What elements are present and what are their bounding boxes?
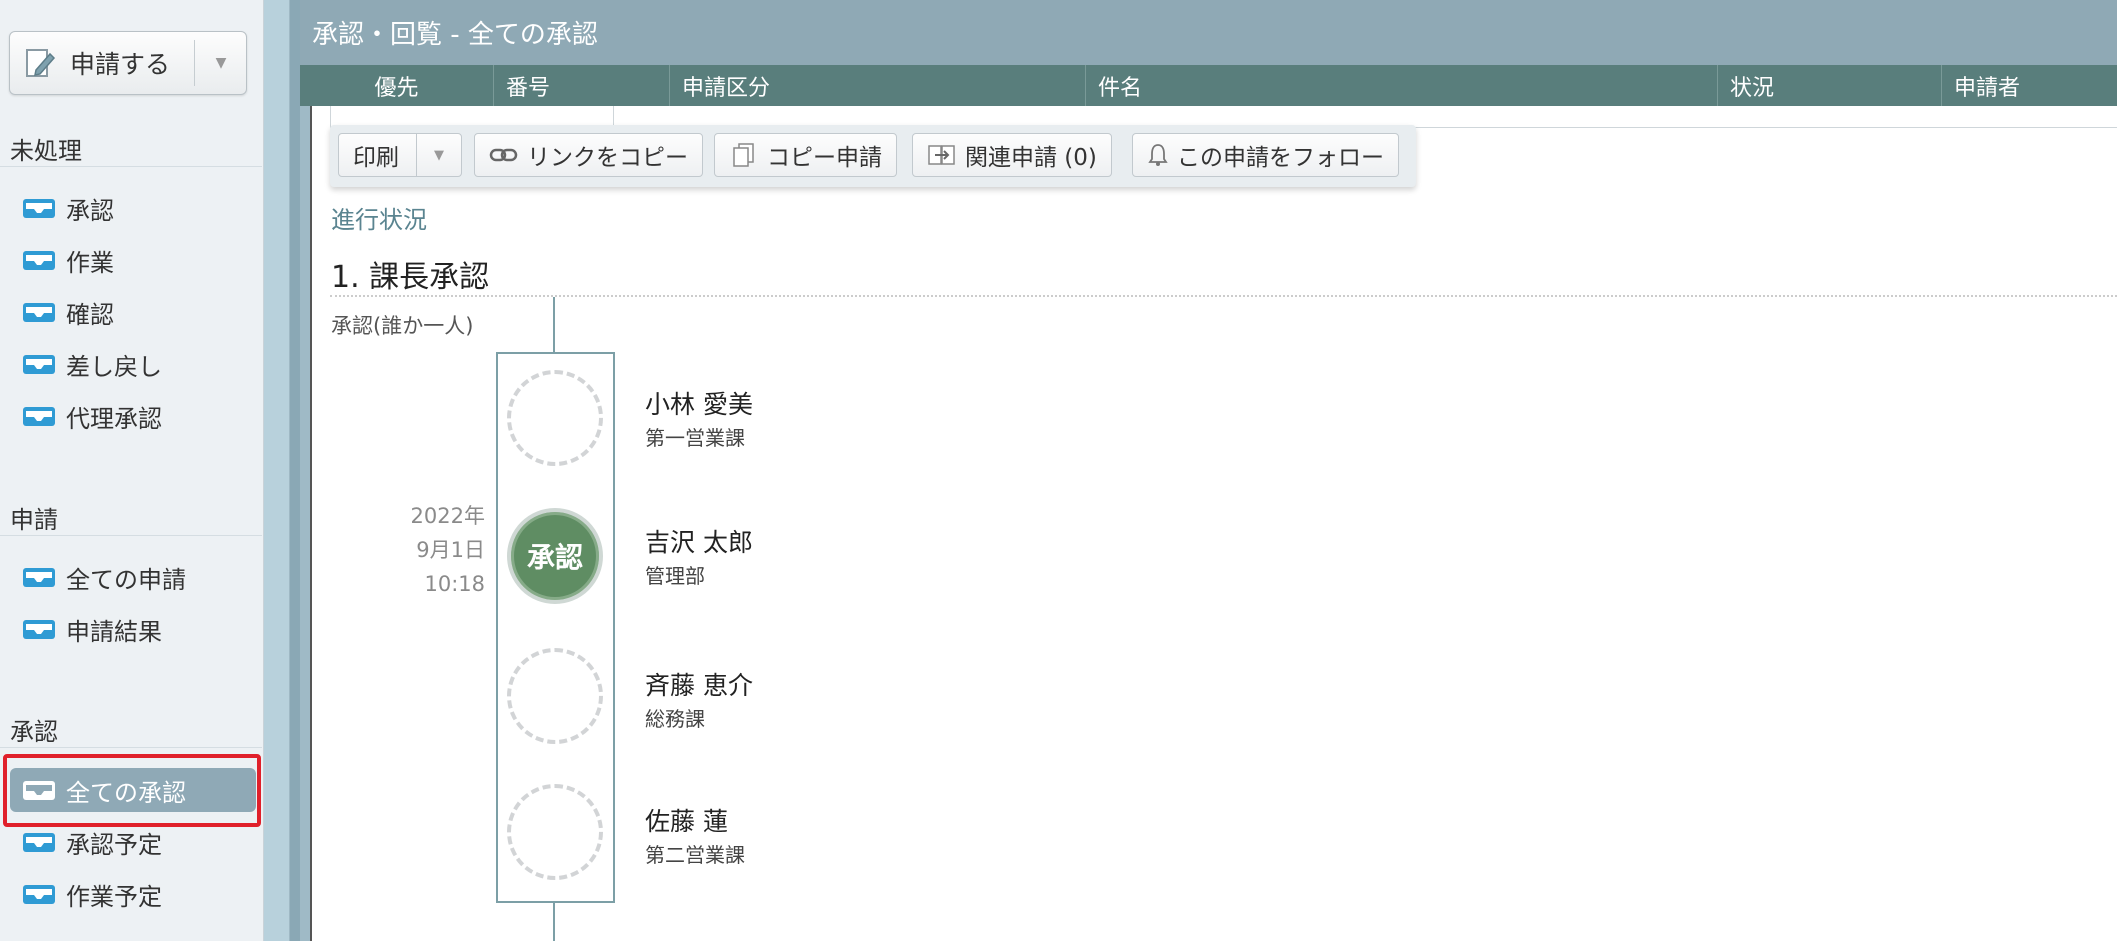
approval-stamp-pending: [507, 784, 603, 880]
divider: [0, 535, 262, 536]
copy-apply-label: コピー申請: [767, 145, 882, 171]
approver-name: 佐藤 蓮: [645, 807, 728, 836]
highlight-box: [3, 754, 261, 827]
approval-stamp-pending: [507, 648, 603, 744]
flow-connector-top: [553, 297, 555, 353]
detail-toolbar: 印刷 ▼ リンクをコピー コピー申請 関連申請 (0) この申請をフォロー: [330, 125, 1416, 187]
approver-dept: 第一営業課: [645, 426, 745, 450]
stamp-time: 10:18: [424, 572, 485, 596]
edit-document-icon: [24, 46, 56, 80]
related-applications-label: 関連申請 (0): [965, 145, 1097, 171]
approval-type: 承認(誰か一人): [331, 314, 474, 338]
inbox-icon: [22, 301, 56, 323]
sidebar-item-all-applications[interactable]: 全ての申請: [22, 557, 186, 597]
sidebar-item-confirm[interactable]: 確認: [22, 292, 114, 332]
column-header-subject[interactable]: 件名: [1086, 65, 1718, 106]
inbox-icon: [22, 566, 56, 588]
bell-icon: [1147, 143, 1169, 167]
approver-dept: 総務課: [645, 707, 705, 731]
stamp-date-year: 2022年: [410, 504, 485, 528]
column-header-priority[interactable]: 優先: [300, 65, 494, 106]
sidebar-item-label: 確認: [66, 300, 114, 329]
sidebar-item-scheduled-work[interactable]: 作業予定: [22, 874, 162, 914]
section-title-approval: 承認: [10, 718, 58, 746]
inbox-icon: [22, 405, 56, 427]
apply-dropdown-button[interactable]: ▼: [195, 32, 247, 94]
sidebar-item-label: 作業: [66, 248, 114, 277]
table-header: 優先 番号 申請区分 件名 状況 申請者: [300, 65, 2117, 106]
divider: [0, 747, 262, 748]
copy-apply-button[interactable]: コピー申請: [714, 133, 897, 177]
sidebar-item-label: 申請結果: [66, 617, 162, 646]
related-document-icon: [927, 143, 957, 167]
apply-button-group: 申請する ▼: [9, 31, 247, 95]
apply-button[interactable]: 申請する: [10, 32, 194, 94]
column-header-number[interactable]: 番号: [494, 65, 670, 106]
step-title: 1. 課長承認: [331, 260, 490, 295]
column-header-applicant[interactable]: 申請者: [1942, 65, 2117, 106]
approver-dept: 管理部: [645, 564, 705, 588]
sidebar-item-work[interactable]: 作業: [22, 240, 114, 280]
approval-stamp-pending: [507, 370, 603, 466]
sidebar-item-returned[interactable]: 差し戻し: [22, 344, 162, 384]
sidebar-item-label: 承認予定: [66, 830, 162, 859]
approver-dept: 第二営業課: [645, 843, 745, 867]
approval-stamp-approved: 承認: [507, 508, 603, 604]
sidebar-item-label: 差し戻し: [66, 352, 162, 381]
print-button-group: 印刷 ▼: [338, 133, 462, 177]
section-title-apply: 申請: [10, 506, 58, 534]
approver-name: 斉藤 恵介: [645, 671, 753, 700]
link-icon: [489, 143, 519, 167]
stamp-date-day: 9月1日: [416, 538, 485, 562]
inbox-icon: [22, 883, 56, 905]
section-title-unprocessed: 未処理: [10, 137, 82, 165]
sidebar-item-application-results[interactable]: 申請結果: [22, 609, 162, 649]
inbox-icon: [22, 618, 56, 640]
divider: [330, 295, 2117, 297]
apply-button-label: 申請する: [70, 50, 171, 79]
copy-icon: [729, 143, 759, 167]
flow-connector-bottom: [553, 903, 555, 941]
sidebar-item-scheduled-approvals[interactable]: 承認予定: [22, 822, 162, 862]
content-left-rail: [300, 106, 310, 941]
sidebar-item-label: 承認: [66, 196, 114, 225]
inbox-icon: [22, 249, 56, 271]
page-title: 承認・回覧 - 全ての承認: [300, 0, 2117, 65]
sidebar-item-proxy-approve[interactable]: 代理承認: [22, 396, 162, 436]
column-header-category[interactable]: 申請区分: [670, 65, 1086, 106]
chevron-down-icon[interactable]: ▼: [417, 148, 461, 163]
app-window: 申請する ▼ 未処理 承認 作業 確認 差し戻し 代理承認 申請 全ての申請 申…: [0, 0, 2117, 941]
approver-name: 小林 愛美: [645, 390, 753, 419]
print-button[interactable]: 印刷: [339, 133, 417, 177]
progress-section-label: 進行状況: [331, 206, 427, 234]
sidebar: 申請する ▼ 未処理 承認 作業 確認 差し戻し 代理承認 申請 全ての申請 申…: [0, 0, 264, 941]
copy-link-label: リンクをコピー: [527, 145, 688, 171]
approver-name: 吉沢 太郎: [645, 528, 753, 557]
pane-splitter-edge: [290, 0, 300, 941]
sidebar-item-label: 作業予定: [66, 882, 162, 911]
chevron-down-icon: ▼: [215, 55, 227, 71]
pane-splitter[interactable]: [264, 0, 290, 941]
sidebar-item-label: 代理承認: [66, 404, 162, 433]
inbox-icon: [22, 353, 56, 375]
follow-button[interactable]: この申請をフォロー: [1132, 133, 1399, 177]
inbox-icon: [22, 197, 56, 219]
divider: [0, 166, 262, 167]
inbox-icon: [22, 831, 56, 853]
copy-link-button[interactable]: リンクをコピー: [474, 133, 703, 177]
column-header-status[interactable]: 状況: [1718, 65, 1942, 106]
follow-label: この申請をフォロー: [1177, 145, 1384, 171]
sidebar-item-label: 全ての申請: [66, 565, 186, 594]
sidebar-item-approve[interactable]: 承認: [22, 188, 114, 228]
related-applications-button[interactable]: 関連申請 (0): [912, 133, 1112, 177]
